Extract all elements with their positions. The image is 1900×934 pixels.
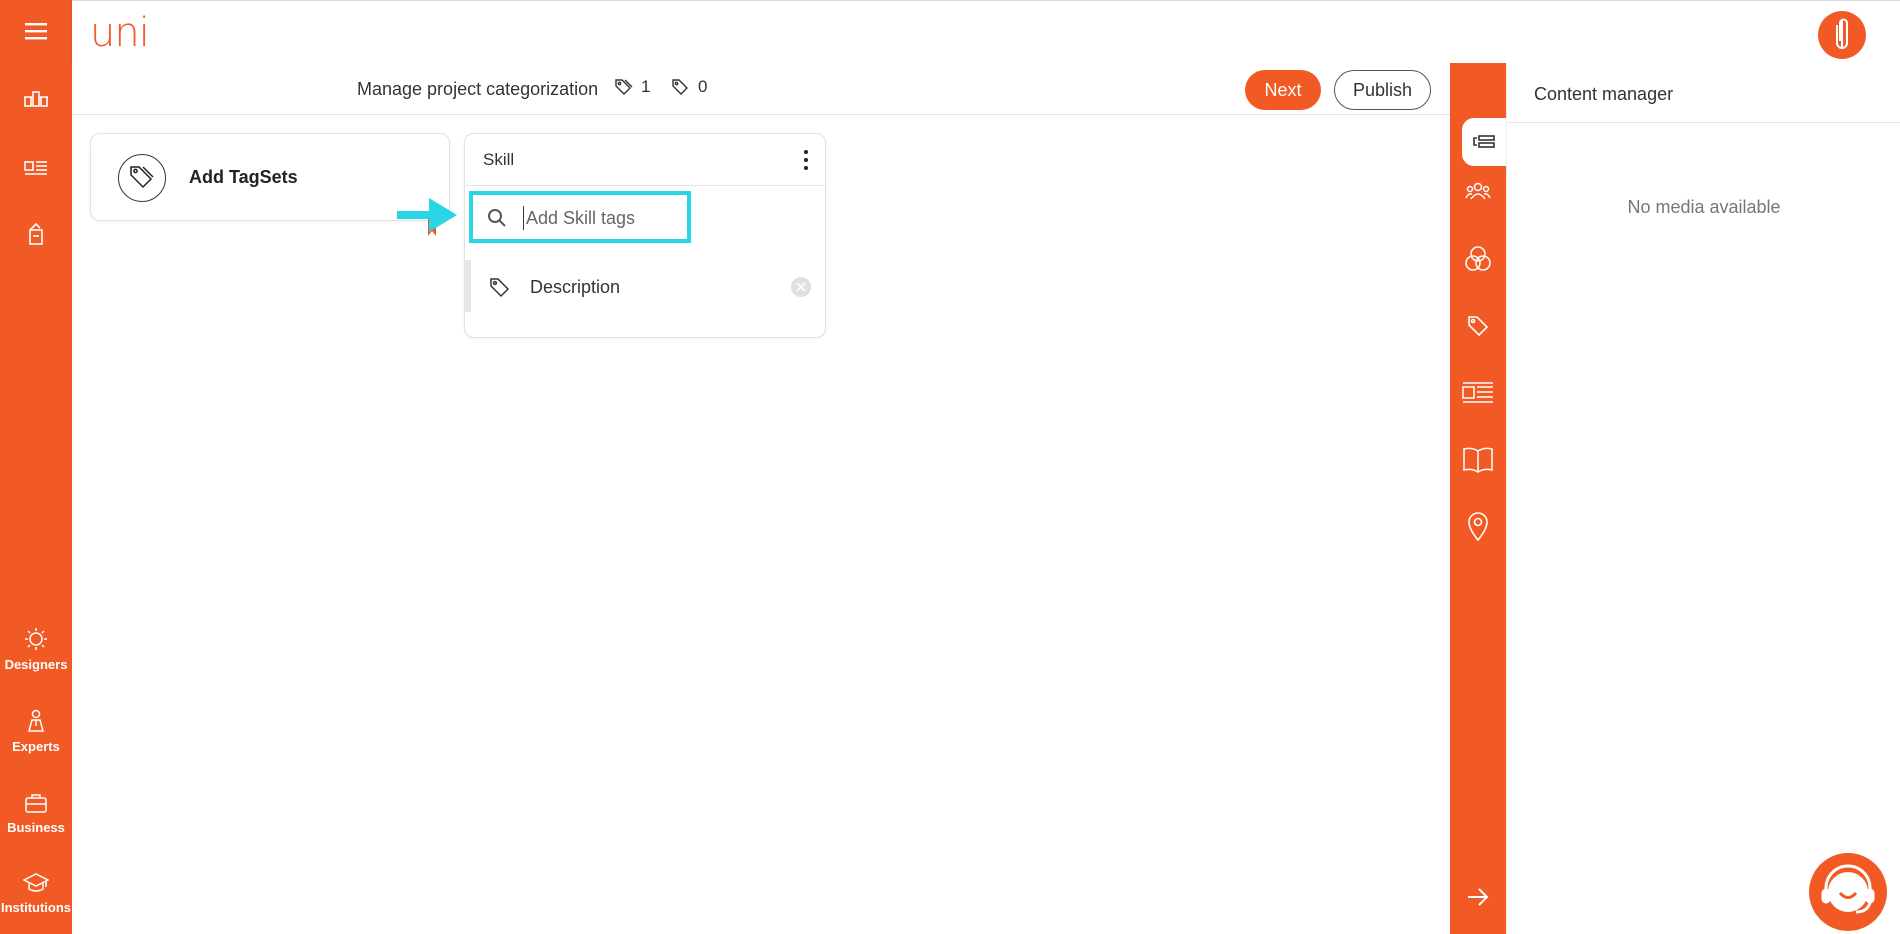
add-tagsets-icon-circle: [118, 154, 166, 202]
menu-icon[interactable]: [0, 22, 72, 40]
publish-button[interactable]: Publish: [1334, 70, 1431, 110]
tag-icon[interactable]: [1450, 302, 1506, 350]
search-icon: [488, 209, 506, 227]
tags-count: 0: [672, 77, 707, 97]
page-title: Manage project categorization: [357, 79, 599, 99]
arrow-right-icon[interactable]: [1450, 873, 1506, 921]
more-vertical-icon[interactable]: [803, 150, 809, 170]
briefcase-icon: [25, 794, 47, 813]
skill-card-header: Skill: [465, 134, 825, 186]
tags-icon: [130, 166, 154, 189]
sidebar-item-label: Business: [7, 820, 65, 835]
user-avatar[interactable]: [1818, 11, 1866, 59]
tagsets-count-value: 1: [641, 77, 651, 96]
support-chat-button[interactable]: [1809, 853, 1887, 931]
sidebar-item-experts[interactable]: Experts: [0, 709, 72, 754]
tag-label: Description: [530, 277, 621, 297]
sidebar-item-label: Designers: [4, 657, 68, 672]
headset-icon: [1821, 864, 1875, 914]
tags-count-value: 0: [698, 77, 708, 96]
sidebar-item-label: Experts: [12, 739, 60, 754]
document-icon[interactable]: [0, 222, 72, 246]
remove-tag-button[interactable]: [791, 277, 811, 297]
content-manager-title: Content manager: [1534, 84, 1674, 104]
skill-tag-search-input[interactable]: [523, 206, 683, 230]
sidebar-item-institutions[interactable]: Institutions: [0, 872, 72, 915]
content-manager-header: Content manager: [1507, 63, 1900, 123]
experts-icon: [28, 709, 44, 732]
designers-icon: [25, 628, 47, 650]
graduation-cap-icon: [23, 873, 49, 892]
tag-icon: [490, 278, 510, 298]
content-manager-panel: Content manager No media available: [1506, 63, 1900, 934]
location-pin-icon[interactable]: [1450, 503, 1506, 551]
empty-state-text: No media available: [1627, 197, 1781, 217]
left-sidebar: Designers Experts Business Institutions: [0, 0, 72, 934]
close-icon: [796, 282, 806, 292]
right-rail: [1450, 63, 1506, 934]
sidebar-item-business[interactable]: Business: [0, 792, 72, 835]
sidebar-item-label: Institutions: [0, 900, 72, 915]
layout-icon[interactable]: [0, 158, 72, 176]
content-list-icon[interactable]: [1462, 118, 1506, 166]
pointer-arrow-icon: [397, 198, 457, 236]
skill-tag-search: [469, 191, 691, 243]
add-tagsets-label: Add TagSets: [189, 167, 298, 187]
skill-card-title: Skill: [483, 150, 515, 169]
circles-icon[interactable]: [1450, 235, 1506, 283]
sub-header: Manage project categorization 1 0 Next P…: [72, 63, 1450, 115]
skill-tagset-card: Skill Description: [464, 133, 826, 338]
pipeline-icon[interactable]: [0, 90, 72, 108]
team-icon[interactable]: [1450, 167, 1506, 215]
tagsets-count: 1: [615, 77, 650, 97]
tag-icon: [672, 79, 688, 95]
tag-row-marker: [465, 260, 471, 312]
layout-icon[interactable]: [1450, 369, 1506, 417]
app-logo[interactable]: uni: [90, 13, 150, 53]
tags-icon: [615, 79, 633, 95]
next-button[interactable]: Next: [1245, 70, 1321, 110]
sidebar-item-designers[interactable]: Designers: [0, 627, 72, 672]
paperclip-icon: [1836, 18, 1848, 49]
book-icon[interactable]: [1450, 436, 1506, 484]
top-bar: uni: [72, 0, 1900, 63]
tag-list-item: Description: [465, 260, 825, 312]
